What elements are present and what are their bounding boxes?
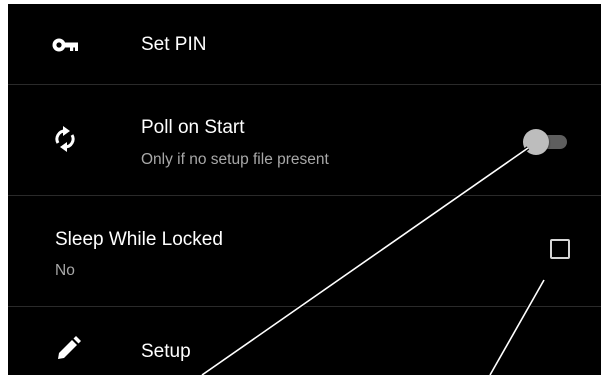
poll-on-start-toggle[interactable] (519, 126, 571, 156)
key-icon (51, 31, 79, 59)
pencil-icon (54, 335, 82, 363)
poll-on-start-subtitle: Only if no setup file present (141, 151, 329, 168)
sleep-while-locked-item[interactable]: Sleep While Locked No (8, 196, 601, 306)
toggle-thumb (523, 129, 549, 155)
setup-item[interactable]: Setup (8, 307, 601, 375)
settings-panel: Set PIN Poll on Start Only if no setup f… (8, 4, 601, 375)
setup-title: Setup (141, 341, 191, 362)
poll-on-start-title: Poll on Start (141, 117, 245, 138)
set-pin-title: Set PIN (141, 34, 207, 55)
poll-on-start-item[interactable]: Poll on Start Only if no setup file pres… (8, 85, 601, 195)
set-pin-item[interactable]: Set PIN (8, 4, 601, 84)
sleep-while-locked-title: Sleep While Locked (55, 229, 223, 250)
sync-icon (51, 125, 79, 153)
sleep-while-locked-subtitle: No (55, 262, 75, 279)
sleep-while-locked-checkbox[interactable] (550, 239, 570, 259)
